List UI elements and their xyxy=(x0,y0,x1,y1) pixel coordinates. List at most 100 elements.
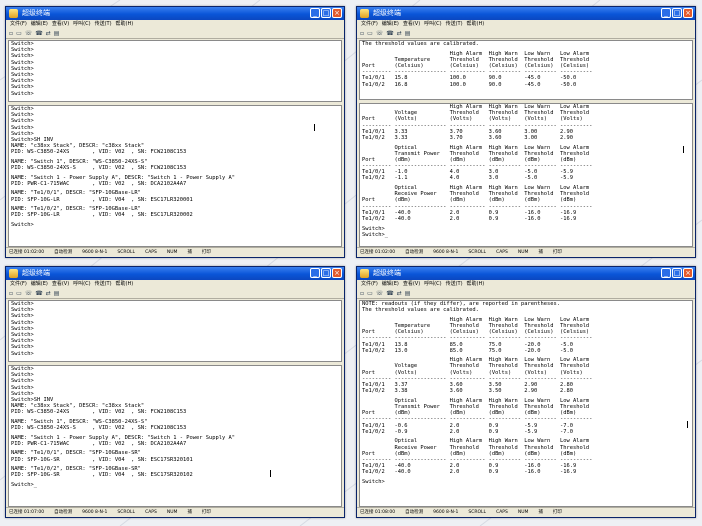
menu-edit[interactable]: 编辑(E) xyxy=(31,281,48,287)
status-baud: 9600 8-N-1 xyxy=(433,250,459,255)
close-button[interactable]: × xyxy=(683,8,693,18)
terminal-pane-lower[interactable]: High Alarm High Warn Low Warn Low Alarm … xyxy=(359,103,693,247)
menu-call[interactable]: 呼叫(C) xyxy=(424,281,441,287)
properties-icon[interactable]: ▤ xyxy=(405,290,411,298)
app-icon xyxy=(9,269,18,278)
status-scroll: SCROLL xyxy=(468,510,487,515)
status-bar: 已连接 01:02:00 自动检测 9600 8-N-1 SCROLL CAPS NUM 捕… xyxy=(357,247,695,257)
menu-bar: 文件(F) 编辑(E) 查看(V) 呼叫(C) 传送(T) 帮助(H) xyxy=(6,280,344,289)
maximize-button[interactable]: □ xyxy=(672,8,682,18)
app-icon xyxy=(360,9,369,18)
menu-help[interactable]: 帮助(H) xyxy=(116,21,134,27)
phone-icon[interactable]: ☏ xyxy=(376,30,384,38)
open-icon[interactable]: ▭ xyxy=(16,30,22,38)
status-capture: 捕 xyxy=(538,510,543,515)
maximize-button[interactable]: □ xyxy=(321,8,331,18)
minimize-button[interactable]: _ xyxy=(661,8,671,18)
status-detect: 自动检测 xyxy=(405,510,424,515)
open-icon[interactable]: ▭ xyxy=(367,30,373,38)
toolbar: ▫ ▭ ☏ ☎ ⇄ ▤ xyxy=(6,289,344,299)
title-bar[interactable]: 超级终端 _ □ × xyxy=(6,7,344,20)
menu-bar: 文件(F) 编辑(E) 查看(V) 呼叫(C) 传送(T) 帮助(H) xyxy=(357,280,695,289)
menu-file[interactable]: 文件(F) xyxy=(10,281,27,287)
menu-transfer[interactable]: 传送(T) xyxy=(95,281,112,287)
maximize-button[interactable]: □ xyxy=(321,268,331,278)
hyperterminal-window-1[interactable]: 超级终端 _ □ × 文件(F) 编辑(E) 查看(V) 呼叫(C) 传送(T) 帮助(H… xyxy=(5,6,345,258)
menu-file[interactable]: 文件(F) xyxy=(361,281,378,287)
status-connected: 已连接 01:02:00 xyxy=(360,250,396,255)
new-icon[interactable]: ▫ xyxy=(9,30,13,38)
close-button[interactable]: × xyxy=(683,268,693,278)
status-detect: 自动检测 xyxy=(405,250,424,255)
properties-icon[interactable]: ▤ xyxy=(54,290,60,298)
title-bar[interactable]: 超级终端 _ □ × xyxy=(357,267,695,280)
status-baud: 9600 8-N-1 xyxy=(82,510,108,515)
send-icon[interactable]: ⇄ xyxy=(397,290,402,298)
terminal-pane[interactable]: NOTE: readouts (if they differ), are rep… xyxy=(359,300,693,507)
menu-bar: 文件(F) 编辑(E) 查看(V) 呼叫(C) 传送(T) 帮助(H) xyxy=(6,20,344,29)
menu-transfer[interactable]: 传送(T) xyxy=(446,21,463,27)
title-bar[interactable]: 超级终端 _ □ × xyxy=(357,7,695,20)
terminal-line: Switch>_ xyxy=(11,481,37,488)
menu-transfer[interactable]: 传送(T) xyxy=(95,21,112,27)
open-icon[interactable]: ▭ xyxy=(367,290,373,298)
menu-file[interactable]: 文件(F) xyxy=(10,21,27,27)
menu-call[interactable]: 呼叫(C) xyxy=(73,281,90,287)
menu-call[interactable]: 呼叫(C) xyxy=(424,21,441,27)
menu-help[interactable]: 帮助(H) xyxy=(116,281,134,287)
new-icon[interactable]: ▫ xyxy=(360,30,364,38)
terminal-pane-upper[interactable]: Switch> Switch> Switch> Switch> Switch> … xyxy=(8,300,342,362)
menu-view[interactable]: 查看(V) xyxy=(52,21,69,27)
menu-file[interactable]: 文件(F) xyxy=(361,21,378,27)
phone-icon[interactable]: ☏ xyxy=(25,290,33,298)
properties-icon[interactable]: ▤ xyxy=(54,30,60,38)
menu-view[interactable]: 查看(V) xyxy=(403,281,420,287)
minimize-button[interactable]: _ xyxy=(661,268,671,278)
terminal-pane-lower[interactable]: Switch> Switch> Switch> Switch> Switch> … xyxy=(8,105,342,247)
status-bar: 已连接 01:07:00 自动检测 9600 8-N-1 SCROLL CAPS NUM 捕… xyxy=(6,507,344,517)
terminal-pane-upper[interactable]: The threshold values are calibrated. Hig… xyxy=(359,40,693,100)
phone-icon[interactable]: ☏ xyxy=(25,30,33,38)
close-button[interactable]: × xyxy=(332,268,342,278)
hyperterminal-window-4[interactable]: 超级终端 _ □ × 文件(F) 编辑(E) 查看(V) 呼叫(C) 传送(T) 帮助(H… xyxy=(356,266,696,518)
new-icon[interactable]: ▫ xyxy=(9,290,13,298)
minimize-button[interactable]: _ xyxy=(310,8,320,18)
terminal-pane-upper[interactable]: Switch> Switch> Switch> Switch> Switch> … xyxy=(8,40,342,102)
hyperterminal-window-2[interactable]: 超级终端 _ □ × 文件(F) 编辑(E) 查看(V) 呼叫(C) 传送(T) 帮助(H… xyxy=(356,6,696,258)
menu-edit[interactable]: 编辑(E) xyxy=(382,21,399,27)
hyperterminal-window-3[interactable]: 超级终端 _ □ × 文件(F) 编辑(E) 查看(V) 呼叫(C) 传送(T) 帮助(H… xyxy=(5,266,345,518)
close-button[interactable]: × xyxy=(332,8,342,18)
disconnect-icon[interactable]: ☎ xyxy=(35,290,42,298)
text-cursor xyxy=(314,124,315,131)
menu-transfer[interactable]: 传送(T) xyxy=(446,281,463,287)
disconnect-icon[interactable]: ☎ xyxy=(386,30,393,38)
open-icon[interactable]: ▭ xyxy=(16,290,22,298)
menu-edit[interactable]: 编辑(E) xyxy=(31,21,48,27)
status-num: NUM xyxy=(166,250,178,255)
terminal-pane-lower[interactable]: Switch> Switch> Switch> Switch> Switch> … xyxy=(8,365,342,507)
menu-call[interactable]: 呼叫(C) xyxy=(73,21,90,27)
status-print: 打印 xyxy=(552,250,562,255)
send-icon[interactable]: ⇄ xyxy=(397,30,402,38)
status-caps: CAPS xyxy=(145,250,157,255)
send-icon[interactable]: ⇄ xyxy=(46,30,51,38)
minimize-button[interactable]: _ xyxy=(310,268,320,278)
new-icon[interactable]: ▫ xyxy=(360,290,364,298)
menu-help[interactable]: 帮助(H) xyxy=(467,281,485,287)
terminal-line: Switch> xyxy=(11,90,34,97)
phone-icon[interactable]: ☏ xyxy=(376,290,384,298)
maximize-button[interactable]: □ xyxy=(672,268,682,278)
status-connected: 已连接 01:08:00 xyxy=(360,510,396,515)
menu-edit[interactable]: 编辑(E) xyxy=(382,281,399,287)
send-icon[interactable]: ⇄ xyxy=(46,290,51,298)
menu-view[interactable]: 查看(V) xyxy=(403,21,420,27)
text-cursor xyxy=(270,470,271,477)
toolbar: ▫ ▭ ☏ ☎ ⇄ ▤ xyxy=(357,29,695,39)
properties-icon[interactable]: ▤ xyxy=(405,30,411,38)
disconnect-icon[interactable]: ☎ xyxy=(386,290,393,298)
title-bar[interactable]: 超级终端 _ □ × xyxy=(6,267,344,280)
menu-help[interactable]: 帮助(H) xyxy=(467,21,485,27)
status-connected: 已连接 01:07:00 xyxy=(9,510,45,515)
menu-view[interactable]: 查看(V) xyxy=(52,281,69,287)
disconnect-icon[interactable]: ☎ xyxy=(35,30,42,38)
